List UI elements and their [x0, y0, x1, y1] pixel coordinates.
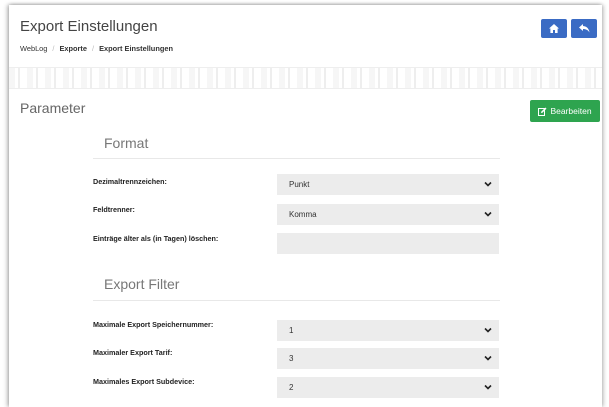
page-title: Export Einstellungen	[20, 18, 158, 35]
label-max-subdevice: Maximales Export Subdevice:	[93, 377, 195, 386]
select-value: 2	[289, 383, 294, 392]
select-value: Punkt	[289, 180, 310, 189]
reply-icon	[578, 24, 589, 33]
section-title-export-filter: Export Filter	[104, 276, 180, 292]
dezimaltrennzeichen-select[interactable]: Punkt	[277, 174, 499, 195]
panel-title: Parameter	[20, 100, 86, 116]
edit-icon	[538, 107, 547, 116]
max-subdevice-select[interactable]: 2	[277, 377, 499, 398]
eintraege-loeschen-input[interactable]	[277, 233, 499, 254]
select-value: 1	[289, 326, 294, 335]
max-tarif-select[interactable]: 3	[277, 348, 499, 369]
divider	[93, 158, 500, 159]
chevron-down-icon	[484, 211, 492, 217]
edit-button[interactable]: Bearbeiten	[530, 100, 600, 122]
label-eintraege-loeschen: Einträge älter als (in Tagen) löschen:	[93, 234, 219, 243]
label-dezimaltrennzeichen: Dezimaltrennzeichen:	[93, 177, 167, 186]
edit-button-label: Bearbeiten	[550, 106, 592, 116]
feldtrenner-select[interactable]: Komma	[277, 204, 499, 225]
page-header: Export Einstellungen WebLog / Exporte / Expo…	[9, 5, 602, 67]
breadcrumb: WebLog / Exporte / Export Einstellungen	[20, 44, 173, 53]
divider	[93, 300, 500, 301]
label-feldtrenner: Feldtrenner:	[93, 205, 135, 214]
breadcrumb-item-exporte[interactable]: Exporte	[59, 44, 87, 53]
chevron-down-icon	[484, 384, 492, 390]
breadcrumb-item-weblog[interactable]: WebLog	[20, 44, 47, 53]
back-button[interactable]	[571, 19, 597, 38]
label-max-tarif: Maximaler Export Tarif:	[93, 348, 173, 357]
chevron-down-icon	[484, 355, 492, 361]
select-value: Komma	[289, 210, 317, 219]
breadcrumb-item-current: Export Einstellungen	[99, 44, 173, 53]
label-max-speichernummer: Maximale Export Speichernummer:	[93, 320, 214, 329]
home-button[interactable]	[541, 19, 567, 38]
decorative-banner	[9, 67, 602, 89]
home-icon	[549, 24, 559, 33]
breadcrumb-separator: /	[92, 44, 95, 53]
section-title-format: Format	[104, 135, 149, 151]
breadcrumb-separator: /	[52, 44, 55, 53]
max-speichernummer-select[interactable]: 1	[277, 320, 499, 341]
select-value: 3	[289, 354, 294, 363]
app-window: Export Einstellungen WebLog / Exporte / Expo…	[9, 5, 602, 407]
chevron-down-icon	[484, 181, 492, 187]
chevron-down-icon	[484, 327, 492, 333]
